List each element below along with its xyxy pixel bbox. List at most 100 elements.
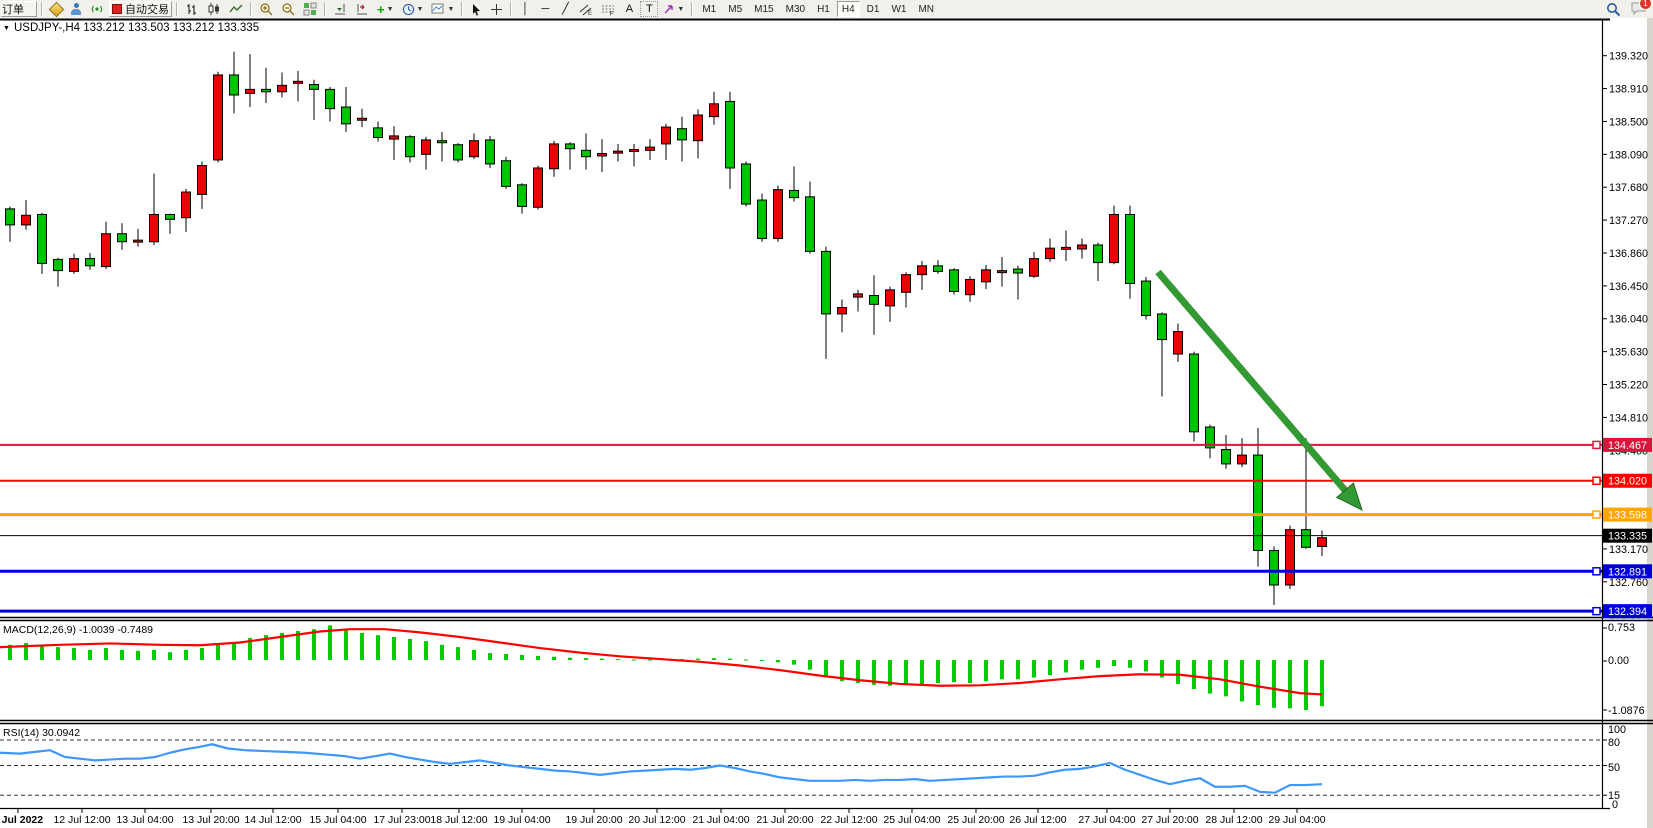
add-indicator-button[interactable]: +▼ [374, 1, 397, 17]
level-price-badge-label: 134.467 [1608, 440, 1647, 452]
price-tick-label: 135.630 [1609, 347, 1648, 359]
new-order-button[interactable]: 新订单 [1, 1, 37, 17]
macd-histogram-bar [1064, 660, 1068, 672]
bar-chart-mode-button[interactable] [182, 1, 202, 17]
rsi-scale-80: 80 [1608, 737, 1620, 749]
level-price-badge-label: 134.020 [1608, 476, 1647, 488]
fibonacci-tool-button[interactable]: F [598, 1, 618, 17]
accounts-button[interactable] [67, 1, 85, 17]
horizontal-line-tool-button[interactable]: ─ [536, 1, 554, 17]
timeframe-D1[interactable]: D1 [862, 1, 885, 17]
symbol-dropdown-marker[interactable]: ▼ [3, 25, 10, 32]
vertical-line-tool-button[interactable]: │ [516, 1, 534, 17]
candlestick-mode-button[interactable] [204, 1, 224, 17]
candle-body [1238, 455, 1247, 464]
candle-body [742, 164, 751, 204]
crosshair-tool-button[interactable] [487, 1, 506, 17]
price-tick-label: 137.270 [1609, 215, 1648, 227]
time-tick-label: 13 Jul 20:00 [182, 814, 239, 826]
line-chart-mode-button[interactable] [226, 1, 246, 17]
periods-button[interactable]: ▼ [399, 1, 427, 17]
rsi-scale-50: 50 [1608, 762, 1620, 774]
time-tick-label: 18 Jul 12:00 [430, 814, 487, 826]
macd-histogram-bar [120, 650, 124, 660]
candle-body [1286, 530, 1295, 585]
chart-template-icon [431, 2, 445, 16]
timeframe-M1[interactable]: M1 [697, 1, 721, 17]
chart-plot-area[interactable] [0, 20, 1602, 617]
market-watch-button[interactable] [47, 1, 65, 17]
price-tick-label: 136.860 [1609, 248, 1648, 260]
autotrading-button[interactable]: 自动交易 [109, 1, 172, 17]
timeframe-M15[interactable]: M15 [749, 1, 778, 17]
macd-histogram-bar [984, 660, 988, 681]
macd-histogram-bar [1144, 660, 1148, 672]
cursor-tool-button[interactable] [467, 1, 485, 17]
level-line-anchor[interactable] [1593, 511, 1600, 518]
candle-body [1222, 449, 1231, 463]
time-tick-label: 12 Jul 12:00 [53, 814, 110, 826]
candle-body [198, 166, 207, 195]
candle-body [918, 266, 927, 275]
candle-body [886, 290, 895, 306]
auto-scroll-icon [333, 2, 347, 16]
timeframe-W1[interactable]: W1 [886, 1, 911, 17]
candle-body [646, 147, 655, 150]
search-icon[interactable] [1606, 2, 1621, 17]
zoom-out-button[interactable] [278, 1, 298, 17]
candle-body [502, 161, 511, 187]
macd-histogram-bar [200, 648, 204, 660]
candle-body [854, 294, 863, 297]
candle-body [486, 140, 495, 164]
text-tool-button[interactable]: A [620, 1, 638, 17]
timeframe-H1[interactable]: H1 [812, 1, 835, 17]
level-line-anchor[interactable] [1593, 441, 1600, 448]
level-line-anchor[interactable] [1593, 477, 1600, 484]
macd-histogram-bar [1128, 660, 1132, 668]
time-tick-label: 29 Jul 04:00 [1268, 814, 1325, 826]
candle-body [806, 197, 815, 252]
channel-tool-button[interactable]: E [576, 1, 596, 17]
chart-window: 139.320138.910138.500138.090137.680137.2… [0, 0, 1653, 828]
macd-histogram-bar [1192, 660, 1196, 689]
candle-body [262, 89, 271, 91]
macd-histogram-bar [152, 650, 156, 660]
chevron-down-icon: ▼ [387, 6, 394, 13]
text-label-icon: T [646, 4, 653, 15]
candle-body [710, 104, 719, 117]
auto-scroll-button[interactable] [330, 1, 350, 17]
zoom-in-button[interactable] [256, 1, 276, 17]
timeframe-MN[interactable]: MN [913, 1, 939, 17]
timeframe-H4[interactable]: H4 [837, 1, 860, 17]
signals-button[interactable] [87, 1, 107, 17]
candle-body [1142, 281, 1151, 315]
notifications-button[interactable]: 1 [1631, 1, 1647, 18]
current-price-badge-label: 133.335 [1608, 531, 1647, 543]
tile-windows-button[interactable] [300, 1, 320, 17]
signal-icon [90, 2, 104, 16]
candle-body [1318, 538, 1327, 547]
level-line-anchor[interactable] [1593, 568, 1600, 575]
candle-body [598, 154, 607, 156]
macd-histogram-bar [1272, 660, 1276, 708]
price-tick-label: 132.760 [1609, 577, 1648, 589]
trendline-tool-button[interactable]: ╱ [556, 1, 574, 17]
macd-histogram-bar [568, 658, 572, 660]
candle-body [758, 200, 767, 238]
level-line-anchor[interactable] [1593, 608, 1600, 615]
macd-histogram-bar [1304, 660, 1308, 710]
macd-histogram-bar [1032, 660, 1036, 677]
text-label-tool-button[interactable]: T [640, 1, 658, 17]
timeframe-M30[interactable]: M30 [781, 1, 810, 17]
candlestick-icon [207, 2, 221, 16]
candle-body [1110, 214, 1119, 262]
templates-button[interactable]: ▼ [428, 1, 457, 17]
arrows-tool-button[interactable]: ▼ [660, 1, 687, 17]
candle-body [22, 215, 31, 225]
macd-scale-zero: 0.00 [1608, 655, 1629, 667]
chart-shift-button[interactable] [352, 1, 372, 17]
candle-body [150, 214, 159, 241]
zoom-out-icon [281, 2, 295, 16]
timeframe-M5[interactable]: M5 [723, 1, 747, 17]
time-tick-label: 1 Jul 2022 [0, 814, 43, 826]
